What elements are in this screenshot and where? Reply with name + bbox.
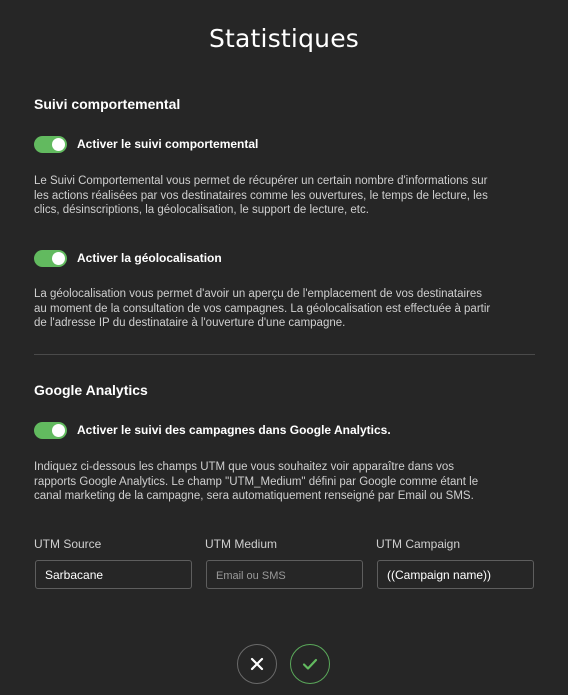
toggle-knob [52,423,65,437]
geolocation-toggle[interactable] [34,249,67,267]
campaign-tracking-toggle[interactable] [34,421,67,439]
desc-line: Indiquez ci-dessous les champs UTM que v… [34,461,454,473]
tracking-toggle[interactable] [34,135,67,153]
desc-line: canal marketing de la campagne, sera aut… [34,490,474,502]
geolocation-toggle-row: Activer la géolocalisation [34,249,222,267]
utm-medium-label: UTM Medium [205,537,278,551]
statistics-dialog: Statistiques Suivi comportemental Active… [0,0,568,695]
desc-line: Le Suivi Comportemental vous permet de r… [34,175,488,187]
tracking-toggle-row: Activer le suivi comportemental [34,135,258,153]
section-heading-analytics: Google Analytics [34,382,148,398]
desc-line: La géolocalisation vous permet d'avoir u… [34,288,483,300]
desc-line: clics, désinscriptions, la géolocalisati… [34,204,369,216]
utm-source-label: UTM Source [34,537,102,551]
desc-line: rapports Google Analytics. Le champ "UTM… [34,475,479,488]
tracking-toggle-label: Activer le suivi comportemental [77,137,259,151]
desc-line: au moment de la consultation de vos camp… [34,302,491,315]
utm-campaign-input[interactable] [377,560,534,589]
geolocation-toggle-label: Activer la géolocalisation [77,251,222,265]
section-heading-behavioral: Suivi comportemental [34,96,181,112]
utm-source-input[interactable] [35,560,192,589]
page-title: Statistiques [208,24,360,53]
utm-campaign-label: UTM Campaign [376,537,461,551]
check-icon [302,658,318,670]
confirm-button[interactable] [290,644,330,684]
analytics-description: Indiquez ci-dessous les champs UTM que v… [34,460,534,504]
campaign-toggle-label: Activer le suivi des campagnes dans Goog… [77,423,391,437]
geolocation-description: La géolocalisation vous permet d'avoir u… [34,287,534,331]
section-divider [34,354,535,355]
close-icon [250,657,264,671]
utm-medium-input[interactable] [206,560,363,589]
toggle-knob [52,137,65,151]
toggle-knob [52,251,65,265]
campaign-toggle-row: Activer le suivi des campagnes dans Goog… [34,421,391,439]
tracking-description: Le Suivi Comportemental vous permet de r… [34,174,534,218]
desc-line: les actions réalisées par vos destinatai… [34,189,488,202]
cancel-button[interactable] [237,644,277,684]
desc-line: de l'adresse IP du destinataire à l'ouve… [34,317,346,329]
